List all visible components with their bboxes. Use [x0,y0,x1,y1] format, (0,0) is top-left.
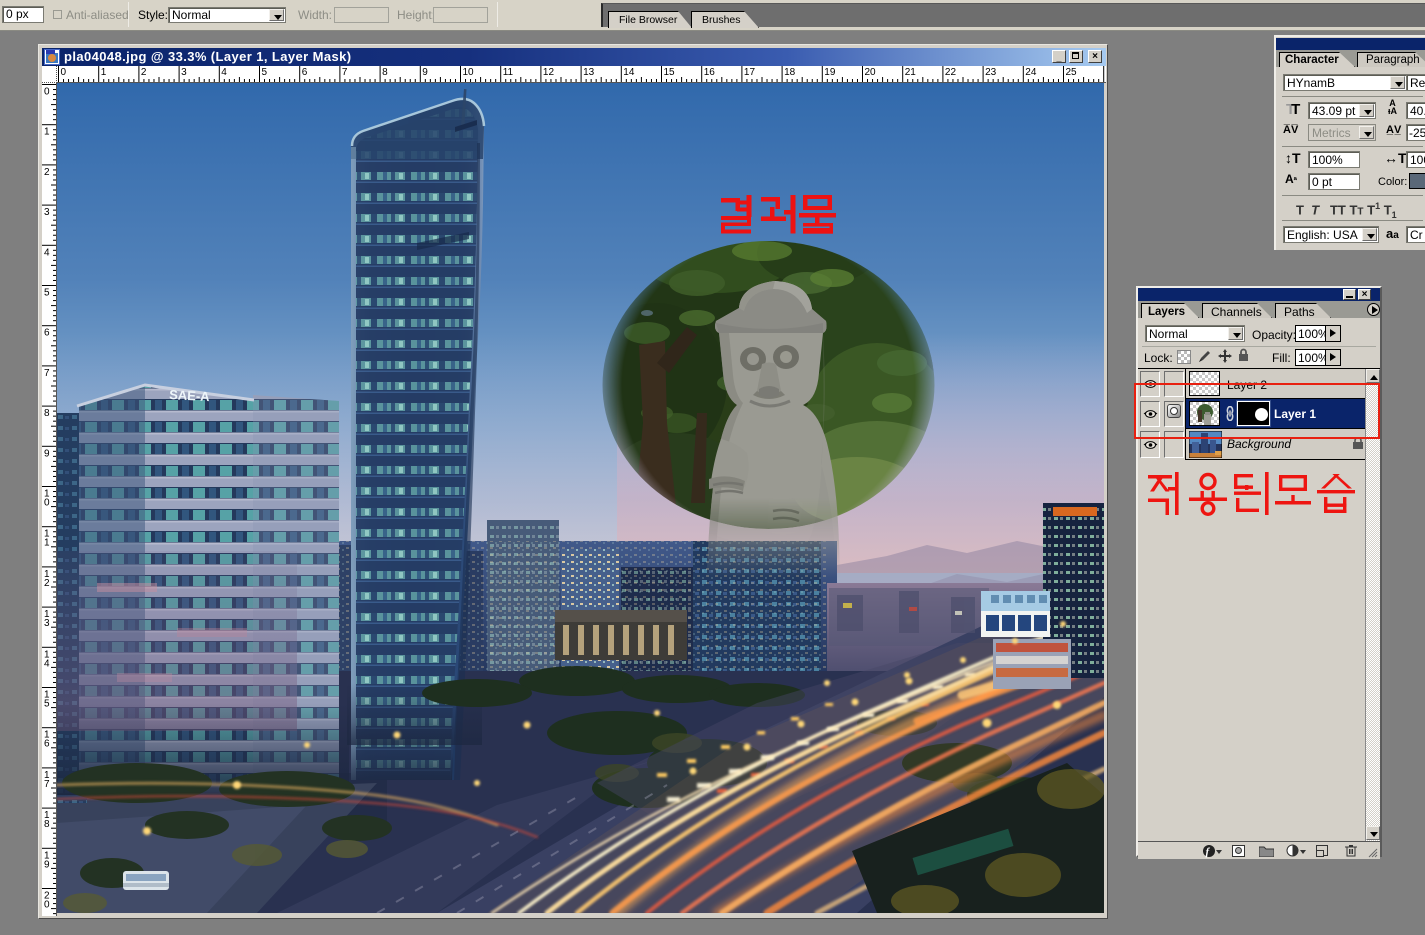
svg-text:1: 1 [44,127,50,138]
svg-text:12: 12 [543,67,555,78]
svg-text:9: 9 [422,67,428,78]
svg-text:2: 2 [44,578,50,589]
svg-text:3: 3 [44,618,50,629]
svg-text:0: 0 [61,67,67,78]
svg-text:0: 0 [44,498,50,509]
svg-text:9: 9 [44,859,50,870]
svg-text:3: 3 [181,67,187,78]
svg-text:17: 17 [744,67,756,78]
svg-text:5: 5 [44,288,50,299]
svg-text:16: 16 [704,67,716,78]
svg-text:5: 5 [44,699,50,710]
svg-text:4: 4 [44,658,50,669]
svg-text:4: 4 [221,67,227,78]
svg-text:1: 1 [44,538,50,549]
svg-text:6: 6 [302,67,308,78]
svg-text:2: 2 [44,167,50,178]
svg-text:7: 7 [342,67,348,78]
svg-text:14: 14 [623,67,635,78]
svg-text:24: 24 [1025,67,1037,78]
svg-text:8: 8 [44,408,50,419]
svg-text:10: 10 [463,67,475,78]
svg-text:19: 19 [824,67,836,78]
svg-text:3: 3 [44,207,50,218]
svg-text:6: 6 [44,739,50,750]
svg-text:4: 4 [44,247,50,258]
svg-text:7: 7 [44,368,50,379]
svg-text:9: 9 [44,448,50,459]
svg-text:18: 18 [784,67,796,78]
svg-text:8: 8 [382,67,388,78]
svg-text:21: 21 [905,67,917,78]
svg-text:0: 0 [44,900,50,911]
svg-text:8: 8 [44,819,50,830]
svg-text:0: 0 [44,87,50,98]
svg-text:11: 11 [503,67,514,78]
svg-text:15: 15 [664,67,676,78]
svg-text:6: 6 [44,328,50,339]
svg-text:22: 22 [945,67,957,78]
svg-text:20: 20 [865,67,877,78]
svg-text:25: 25 [1066,67,1078,78]
svg-text:1: 1 [101,67,107,78]
svg-text:2: 2 [141,67,147,78]
svg-text:SAE-A: SAE-A [169,387,211,404]
svg-text:23: 23 [985,67,997,78]
svg-text:7: 7 [44,779,50,790]
svg-text:5: 5 [262,67,268,78]
svg-text:13: 13 [583,67,595,78]
